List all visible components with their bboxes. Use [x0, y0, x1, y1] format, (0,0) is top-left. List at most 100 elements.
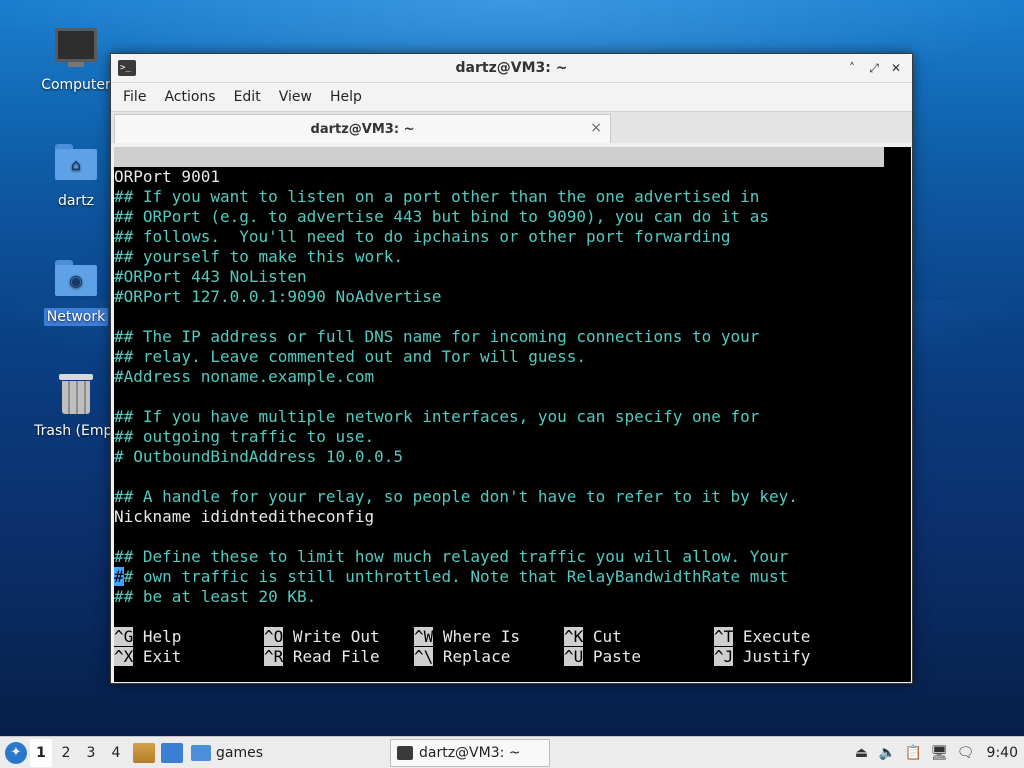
nano-header: GNU nano 6.2 /etc/tor/torrc *	[114, 147, 884, 206]
trash-icon	[54, 374, 98, 418]
buffer-line	[114, 527, 911, 547]
workspace-2[interactable]: 2	[55, 739, 77, 767]
shortcut-label: Help	[133, 627, 182, 646]
buffer-line: ## relay. Leave commented out and Tor wi…	[114, 347, 587, 366]
computer-icon	[54, 28, 98, 72]
start-menu-icon[interactable]: ✦	[5, 741, 27, 764]
buffer-line	[114, 467, 911, 487]
menu-actions[interactable]: Actions	[158, 89, 221, 105]
shortcut-key: ^O	[264, 627, 284, 646]
buffer-line: #ORPort 127.0.0.1:9090 NoAdvertise	[114, 287, 442, 306]
shortcut-key: ^U	[564, 647, 584, 666]
buffer-line: Nickname ididnteditheconfig	[114, 507, 375, 526]
show-desktop-icon[interactable]	[161, 742, 183, 763]
shortcut-write-out[interactable]: ^O Write Out	[264, 627, 380, 647]
tab-label: dartz@VM3: ~	[310, 121, 415, 137]
network-folder-icon: ◉	[54, 260, 98, 304]
text-cursor: #	[114, 567, 124, 586]
buffer-line: ## If you want to listen on a port other…	[114, 187, 760, 206]
tab-close-icon[interactable]: ×	[590, 120, 602, 136]
shortcut-read-file[interactable]: ^R Read File	[264, 647, 380, 667]
shortcut-exit[interactable]: ^X Exit	[114, 647, 181, 667]
home-folder-icon: ⌂	[54, 144, 98, 188]
games-label: games	[216, 744, 264, 761]
shortcut-label: Replace	[433, 647, 511, 666]
shortcut-key: ^G	[114, 627, 134, 646]
clock[interactable]: 9:40	[987, 745, 1018, 761]
shortcut-execute[interactable]: ^T Execute	[714, 627, 810, 647]
window-titlebar[interactable]: >_ dartz@VM3: ~ ˄ ⤢ ✕	[111, 54, 912, 83]
games-launcher[interactable]: games	[191, 744, 264, 761]
shortcut-label: Execute	[733, 627, 811, 646]
buffer-line: ## If you have multiple network interfac…	[114, 407, 760, 426]
nano-shortcuts: ^G Help ^O Write Out ^W Where Is ^K Cut ^T E…	[114, 627, 911, 667]
nano-buffer[interactable]: ORPort 9001 ## If you want to listen on …	[114, 167, 911, 607]
shortcut-help[interactable]: ^G Help	[114, 627, 181, 647]
shortcut-label: Read File	[283, 647, 380, 666]
desktop-icon-label: dartz	[57, 193, 95, 209]
buffer-line: # OutboundBindAddress 10.0.0.5	[114, 447, 403, 466]
notification-icon[interactable]: 🗨	[957, 744, 975, 762]
shortcut-label: Paste	[583, 647, 642, 666]
close-button[interactable]: ✕	[888, 60, 904, 76]
buffer-line-cursor: ## own traffic is still unthrottled. Not…	[114, 567, 911, 587]
buffer-line-rest: # own traffic is still unthrottled. Note…	[123, 567, 789, 586]
shortcut-label: Justify	[733, 647, 811, 666]
system-tray: ⏏ 🔈 📋 🖥 🗨 9:40	[853, 737, 1024, 768]
shortcut-key: ^\	[414, 647, 434, 666]
volume-icon[interactable]: 🔈	[879, 744, 897, 762]
shortcut-paste[interactable]: ^U Paste	[564, 647, 641, 667]
shortcut-where-is[interactable]: ^W Where Is	[414, 627, 520, 647]
menu-file[interactable]: File	[117, 89, 152, 105]
terminal-view[interactable]: GNU nano 6.2 /etc/tor/torrc * ORPort 900…	[114, 147, 911, 682]
buffer-line: ## outgoing traffic to use.	[114, 427, 375, 446]
buffer-line: ## Define these to limit how much relaye…	[114, 547, 789, 566]
buffer-line: ## follows. You'll need to do ipchains o…	[114, 227, 731, 246]
workspace-1[interactable]: 1	[30, 738, 52, 767]
desktop-icon-label: Computer	[41, 77, 111, 93]
network-icon[interactable]: 🖥	[931, 744, 949, 762]
shortcut-key: ^J	[714, 647, 734, 666]
buffer-line: ORPort 9001	[114, 167, 220, 186]
shortcut-key: ^R	[264, 647, 284, 666]
clipboard-icon[interactable]: 📋	[905, 744, 923, 762]
shortcut-label: Write Out	[283, 627, 380, 646]
shortcut-key: ^T	[714, 627, 734, 646]
shortcut-label: Cut	[583, 627, 622, 646]
task-label: dartz@VM3: ~	[419, 745, 521, 761]
buffer-line: #Address noname.example.com	[114, 367, 375, 386]
shortcut-label: Exit	[133, 647, 182, 666]
terminal-icon: >_	[118, 60, 136, 76]
menu-view[interactable]: View	[273, 89, 318, 105]
buffer-line	[114, 387, 911, 407]
workspace-4[interactable]: 4	[105, 739, 127, 767]
terminal-icon	[397, 746, 413, 760]
buffer-line: ## The IP address or full DNS name for i…	[114, 327, 760, 346]
workspace-3[interactable]: 3	[80, 739, 102, 767]
menubar: File Actions Edit View Help	[111, 83, 912, 111]
shortcut-cut[interactable]: ^K Cut	[564, 627, 622, 647]
shortcut-key: ^W	[414, 627, 434, 646]
menu-edit[interactable]: Edit	[228, 89, 267, 105]
shortcut-label: Where Is	[433, 627, 520, 646]
taskbar-task-terminal[interactable]: dartz@VM3: ~	[390, 739, 550, 767]
buffer-line: ## be at least 20 KB.	[114, 587, 317, 606]
buffer-line	[114, 307, 911, 327]
folder-icon	[191, 744, 211, 761]
desktop-icon-label: Trash (Empt	[34, 423, 118, 439]
window-title: dartz@VM3: ~	[455, 60, 568, 76]
menu-help[interactable]: Help	[324, 89, 368, 105]
tab-terminal[interactable]: dartz@VM3: ~ ×	[114, 114, 611, 143]
buffer-line: ## ORPort (e.g. to advertise 443 but bin…	[114, 207, 770, 226]
shortcut-replace[interactable]: ^\ Replace	[414, 647, 510, 667]
eject-icon[interactable]: ⏏	[853, 744, 871, 762]
shortcut-justify[interactable]: ^J Justify	[714, 647, 810, 667]
terminal-window[interactable]: >_ dartz@VM3: ~ ˄ ⤢ ✕ File Actions Edit …	[110, 53, 913, 684]
buffer-line: ## yourself to make this work.	[114, 247, 403, 266]
file-manager-launcher-icon[interactable]	[133, 742, 155, 763]
minimize-button[interactable]: ˄	[844, 60, 860, 76]
buffer-line: #ORPort 443 NoListen	[114, 267, 307, 286]
maximize-button[interactable]: ⤢	[866, 60, 882, 76]
buffer-line: ## A handle for your relay, so people do…	[114, 487, 798, 506]
desktop-icon-label: Network	[43, 308, 109, 326]
